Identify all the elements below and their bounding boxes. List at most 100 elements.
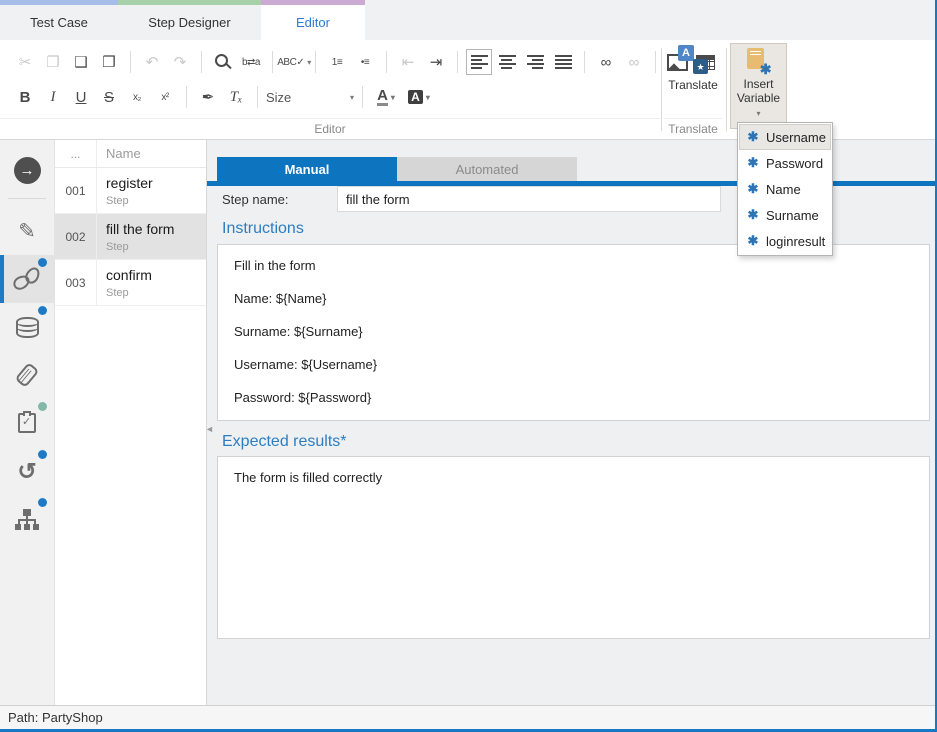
format-painter-icon[interactable]: ✒ (195, 84, 221, 110)
separator (201, 51, 202, 73)
step-type-label: Step (106, 241, 206, 253)
font-size-select[interactable]: Size (266, 84, 354, 110)
step-number: 003 (55, 260, 97, 305)
align-left-icon[interactable] (466, 49, 492, 75)
link-icon[interactable]: ∞ (593, 49, 619, 75)
status-bar: Path: PartyShop (0, 705, 935, 729)
instruction-line: Name: ${Name} (234, 292, 913, 306)
sidebar: → ✎ ↺ (0, 140, 55, 705)
collapse-panel-handle[interactable]: ◄ (205, 424, 214, 434)
undo-icon[interactable]: ↶ (139, 49, 165, 75)
insert-variable-button[interactable]: Insert Variable ▾ (730, 43, 787, 129)
edit-icon: ✎ (10, 214, 44, 248)
unlink-icon[interactable]: ∞ (621, 49, 647, 75)
paste-text-icon[interactable]: ❒ (96, 49, 122, 75)
underline-icon[interactable]: U (68, 84, 94, 110)
path-label: Path: PartyShop (8, 710, 103, 725)
mode-tab-label: Automated (456, 162, 519, 177)
footsteps-icon (13, 267, 41, 291)
variable-item-username[interactable]: Username (739, 124, 831, 150)
sidebar-item-data[interactable] (0, 303, 54, 351)
copy-icon[interactable]: ❐ (40, 49, 66, 75)
gear-icon (746, 129, 760, 145)
step-name-input[interactable] (337, 186, 721, 212)
expected-results-editor[interactable]: The form is filled correctly (217, 456, 930, 639)
variable-menu-item-label: Name (766, 182, 801, 197)
step-number: 001 (55, 168, 97, 213)
step-row[interactable]: 003 confirm Step (55, 260, 206, 306)
translate-group-label: Translate (664, 118, 722, 136)
bullet-list-icon[interactable]: •≡ (352, 49, 378, 75)
align-center-icon[interactable] (494, 49, 520, 75)
paperclip-icon (15, 362, 40, 388)
outdent-icon[interactable]: ⇤ (395, 49, 421, 75)
variable-item-loginresult[interactable]: loginresult (739, 228, 831, 254)
steps-header-name: Name (97, 146, 206, 161)
bg-color-icon[interactable]: A (403, 84, 435, 110)
sidebar-item-attachments[interactable] (0, 351, 54, 399)
translate-icon (678, 45, 708, 74)
instruction-line: Password: ${Password} (234, 391, 913, 405)
insert-variable-label-line1: Insert (743, 77, 773, 91)
replace-icon[interactable]: b⇄a (238, 49, 264, 75)
tab-manual[interactable]: Manual (217, 157, 397, 181)
document-tabbar: Test Case Step Designer Editor (0, 0, 935, 40)
translate-button-label: Translate (668, 78, 718, 92)
translate-button[interactable]: Translate (664, 43, 722, 92)
variable-item-password[interactable]: Password (739, 150, 831, 176)
step-title: fill the form (106, 221, 174, 237)
ribbon-group-separator (726, 48, 727, 131)
step-row[interactable]: 001 register Step (55, 168, 206, 214)
step-name-label: Step name: (222, 192, 289, 207)
subscript-icon[interactable]: x₂ (124, 84, 150, 110)
redo-icon[interactable]: ↷ (167, 49, 193, 75)
instructions-editor[interactable]: Fill in the form Name: ${Name} Surname: … (217, 244, 930, 421)
numbered-list-icon[interactable]: 1≡ (324, 49, 350, 75)
align-justify-icon[interactable] (550, 49, 576, 75)
step-row[interactable]: 002 fill the form Step (55, 214, 206, 260)
variable-item-surname[interactable]: Surname (739, 202, 831, 228)
variable-item-name[interactable]: Name (739, 176, 831, 202)
tab-editor[interactable]: Editor (261, 0, 365, 40)
steps-rows: 001 register Step 002 fill the form Step (55, 168, 206, 306)
sidebar-item-history[interactable]: ↺ (0, 447, 54, 495)
history-icon: ↺ (10, 454, 44, 488)
arrow-circle-icon: → (14, 157, 41, 184)
steps-header-number: ... (55, 140, 97, 167)
sidebar-item-checklist[interactable] (0, 399, 54, 447)
sidebar-item-edit[interactable]: ✎ (0, 207, 54, 255)
superscript-icon[interactable]: x² (152, 84, 178, 110)
document-tab-label: Test Case (30, 15, 88, 30)
remove-format-icon[interactable]: Tₓ (223, 84, 249, 110)
gear-icon (746, 233, 760, 249)
sidebar-item-hierarchy[interactable] (0, 495, 54, 543)
clipboard-check-icon (18, 413, 36, 433)
gear-icon (746, 155, 760, 171)
bold-icon[interactable]: B (12, 84, 38, 110)
spellcheck-icon[interactable]: ABC✓ (281, 49, 307, 75)
expected-result-line: The form is filled correctly (234, 471, 913, 485)
separator (457, 51, 458, 73)
italic-icon[interactable]: I (40, 84, 66, 110)
step-type-label: Step (106, 287, 206, 299)
strikethrough-icon[interactable]: S (96, 84, 122, 110)
cut-icon[interactable]: ✂ (12, 49, 38, 75)
align-right-icon[interactable] (522, 49, 548, 75)
tab-automated[interactable]: Automated (397, 157, 577, 181)
test-case-editor-window: Test Case Step Designer Editor ✂ ❐ (0, 0, 937, 732)
variable-menu-item-label: Surname (766, 208, 819, 223)
instructions-heading: Instructions (222, 220, 304, 238)
sidebar-item-steps[interactable] (0, 255, 54, 303)
tab-test-case[interactable]: Test Case (0, 0, 118, 40)
sidebar-item-navigate[interactable]: → (0, 146, 54, 194)
find-icon[interactable] (210, 49, 236, 75)
separator (584, 51, 585, 73)
variable-menu-item-label: loginresult (766, 234, 825, 249)
text-color-icon[interactable]: A (371, 84, 401, 110)
document-tab-label: Editor (296, 15, 330, 30)
indent-icon[interactable]: ⇥ (423, 49, 449, 75)
tab-step-designer[interactable]: Step Designer (118, 0, 261, 40)
paste-icon[interactable]: ❑ (68, 49, 94, 75)
mode-tab-label: Manual (285, 162, 330, 177)
instruction-line: Fill in the form (234, 259, 913, 273)
